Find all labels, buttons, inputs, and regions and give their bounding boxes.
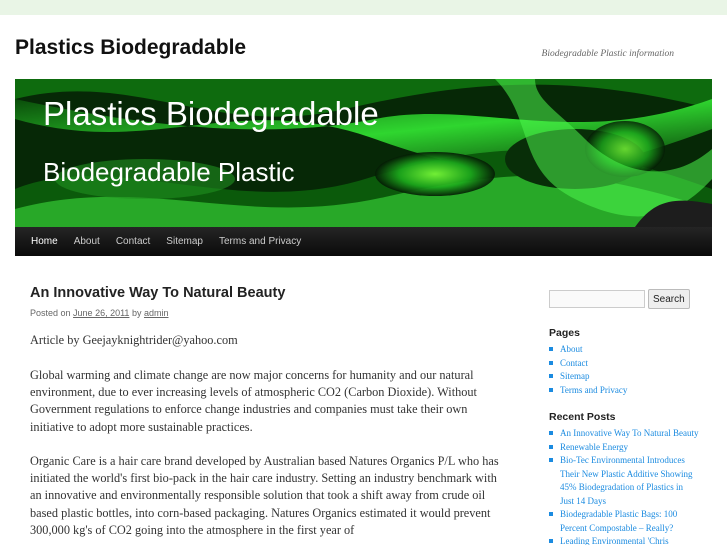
recent-posts-title: Recent Posts: [549, 411, 616, 423]
post-author-link[interactable]: admin: [144, 308, 169, 318]
pages-item-sitemap[interactable]: Sitemap: [549, 370, 699, 384]
banner-title: Plastics Biodegradable: [43, 95, 379, 132]
sidebar: Search Pages About Contact Sitemap Terms…: [549, 289, 699, 545]
meta-by: by: [131, 308, 142, 319]
search-form: Search: [549, 289, 699, 309]
pages-list: About Contact Sitemap Terms and Privacy: [549, 343, 699, 397]
search-input[interactable]: [549, 290, 645, 308]
recent-post-link[interactable]: An Innovative Way To Natural Beauty: [549, 427, 699, 441]
main-content: An Innovative Way To Natural Beauty Post…: [30, 285, 510, 545]
header-banner[interactable]: Plastics Biodegradable Biodegradable Pla…: [15, 79, 712, 227]
recent-post-link[interactable]: Renewable Energy: [549, 441, 699, 455]
post-title[interactable]: An Innovative Way To Natural Beauty: [30, 285, 510, 302]
nav-home[interactable]: Home: [23, 227, 66, 256]
recent-posts-list: An Innovative Way To Natural Beauty Rene…: [549, 427, 699, 545]
site-tagline: Biodegradable Plastic information: [541, 49, 674, 59]
meta-prefix: Posted on: [30, 308, 71, 319]
post-paragraph: Article by Geejayknightrider@yahoo.com: [30, 333, 238, 348]
pages-widget-title: Pages: [549, 327, 580, 339]
main-nav: Home About Contact Sitemap Terms and Pri…: [15, 227, 712, 256]
nav-sitemap[interactable]: Sitemap: [158, 227, 211, 256]
pages-widget: Pages About Contact Sitemap Terms and Pr…: [549, 327, 699, 397]
recent-post-link[interactable]: Biodegradable Plastic Bags: 100 Percent …: [549, 508, 699, 535]
pages-item-contact[interactable]: Contact: [549, 357, 699, 371]
post-paragraph: Organic Care is a hair care brand develo…: [30, 453, 499, 538]
post-meta: Posted on June 26, 2011 by admin: [30, 308, 510, 318]
recent-post-link[interactable]: Leading Environmental 'Chris: [549, 535, 699, 545]
nav-terms[interactable]: Terms and Privacy: [211, 227, 309, 256]
recent-post-link[interactable]: Bio-Tec Environmental Introduces Their N…: [549, 454, 699, 508]
post-content: Article by Geejayknightrider@yahoo.com G…: [30, 332, 510, 539]
post-paragraph: Global warming and climate change are no…: [30, 367, 477, 434]
pages-item-terms[interactable]: Terms and Privacy: [549, 384, 699, 398]
banner-subtitle: Biodegradable Plastic: [43, 157, 295, 187]
nav-contact[interactable]: Contact: [108, 227, 158, 256]
post-date-link[interactable]: June 26, 2011: [73, 308, 129, 318]
pages-item-about[interactable]: About: [549, 343, 699, 357]
search-button[interactable]: Search: [648, 289, 690, 309]
site-title[interactable]: Plastics Biodegradable: [15, 37, 246, 58]
page: Plastics Biodegradable Biodegradable Pla…: [0, 15, 727, 545]
recent-posts-widget: Recent Posts An Innovative Way To Natura…: [549, 411, 699, 545]
nav-about[interactable]: About: [66, 227, 108, 256]
